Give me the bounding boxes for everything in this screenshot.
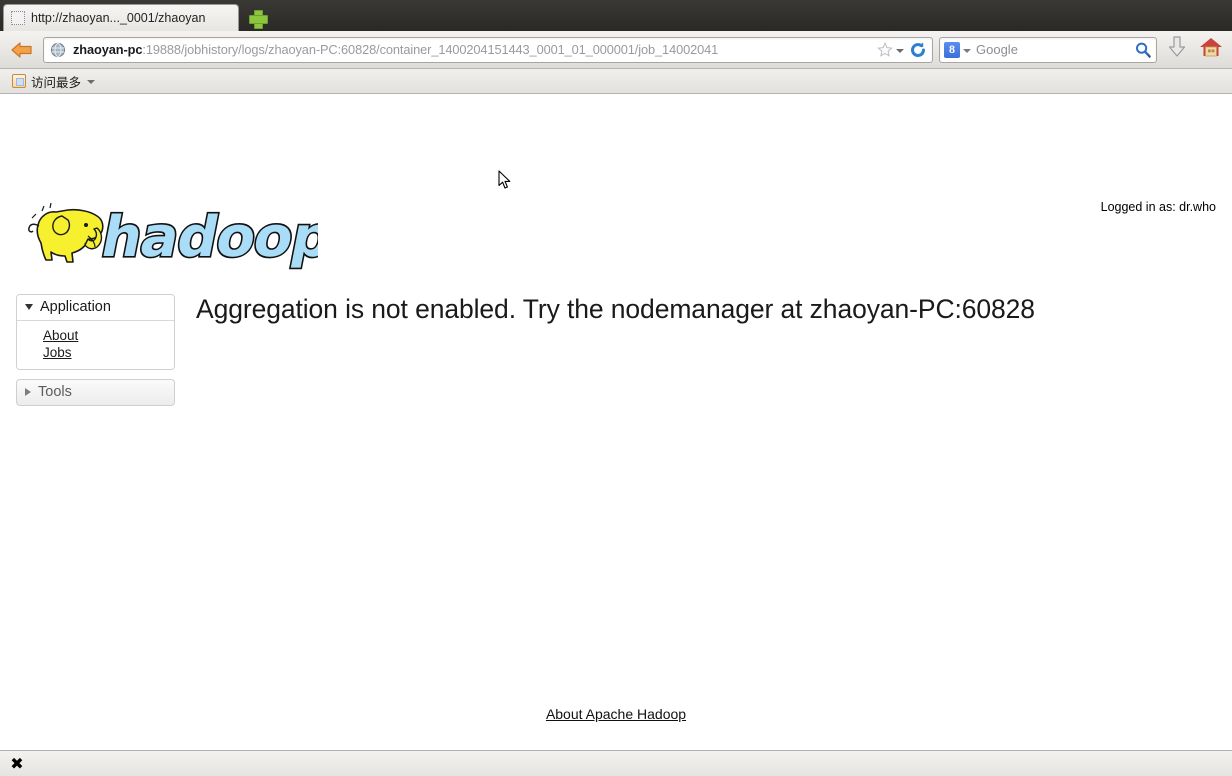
chevron-down-icon[interactable] <box>894 42 906 58</box>
tab-title: http://zhaoyan..._0001/zhaoyan <box>31 11 206 25</box>
close-icon[interactable]: ✖ <box>9 756 25 773</box>
folder-icon <box>12 74 26 88</box>
bookmark-most-visited[interactable]: 访问最多 <box>8 71 100 92</box>
search-engine-chevron-icon[interactable] <box>960 42 972 58</box>
downloads-button[interactable] <box>1163 36 1191 64</box>
plus-icon <box>248 9 268 29</box>
search-input[interactable]: Google <box>972 42 1134 57</box>
browser-window: http://zhaoyan..._0001/zhaoyan zhaoyan-p… <box>0 0 1232 776</box>
sidebar-application-label: Application <box>40 299 111 315</box>
triangle-right-icon <box>25 388 31 396</box>
tab-strip: http://zhaoyan..._0001/zhaoyan <box>0 0 1232 31</box>
page-viewport: Logged in as: dr.who hadoop Application … <box>0 94 1232 750</box>
home-button[interactable] <box>1197 36 1225 64</box>
triangle-down-icon <box>25 304 33 310</box>
browser-tab[interactable]: http://zhaoyan..._0001/zhaoyan <box>3 4 239 31</box>
svg-text:hadoop: hadoop <box>96 205 318 269</box>
back-arrow-icon <box>11 41 33 58</box>
sidebar-section-tools: Tools <box>16 379 175 406</box>
navigation-toolbar: zhaoyan-pc:19888/jobhistory/logs/zhaoyan… <box>0 31 1232 69</box>
new-tab-button[interactable] <box>244 6 270 30</box>
url-text: zhaoyan-pc:19888/jobhistory/logs/zhaoyan… <box>73 42 874 57</box>
mouse-cursor <box>498 170 512 190</box>
url-bar[interactable]: zhaoyan-pc:19888/jobhistory/logs/zhaoyan… <box>43 36 933 63</box>
blank-page-icon <box>11 11 25 25</box>
aggregation-message: Aggregation is not enabled. Try the node… <box>196 294 1035 324</box>
sidebar-header-tools[interactable]: Tools <box>17 380 174 405</box>
sidebar-tools-label: Tools <box>38 384 72 400</box>
status-bar: ✖ <box>0 750 1232 776</box>
hadoop-logo: hadoop <box>18 198 339 271</box>
bookmark-star-icon[interactable] <box>876 41 894 59</box>
sidebar-item-about[interactable]: About <box>43 327 78 344</box>
footer: About Apache Hadoop <box>0 706 1232 722</box>
logged-in-status: Logged in as: dr.who <box>1100 200 1216 214</box>
sidebar-section-application: Application About Jobs <box>16 294 175 370</box>
main-content: Aggregation is not enabled. Try the node… <box>196 292 1212 327</box>
home-icon <box>1199 36 1223 63</box>
search-icon[interactable] <box>1134 41 1152 59</box>
sidebar-links: About Jobs <box>17 321 174 369</box>
back-button[interactable] <box>7 37 37 63</box>
sidebar: Application About Jobs Tools <box>16 294 175 406</box>
sidebar-header-application[interactable]: Application <box>17 295 174 321</box>
sidebar-item-jobs[interactable]: Jobs <box>43 344 72 361</box>
about-apache-hadoop-link[interactable]: About Apache Hadoop <box>546 706 686 722</box>
search-bar[interactable]: 8 Google <box>939 36 1157 63</box>
url-host: zhaoyan-pc <box>73 42 143 57</box>
globe-icon <box>50 42 66 58</box>
chevron-down-icon <box>86 75 96 87</box>
download-icon <box>1166 35 1188 64</box>
reload-icon[interactable] <box>908 40 928 60</box>
google-icon: 8 <box>944 41 960 58</box>
bookmark-label: 访问最多 <box>31 75 82 90</box>
bookmarks-bar: 访问最多 <box>0 69 1232 94</box>
url-path: :19888/jobhistory/logs/zhaoyan-PC:60828/… <box>142 42 719 57</box>
